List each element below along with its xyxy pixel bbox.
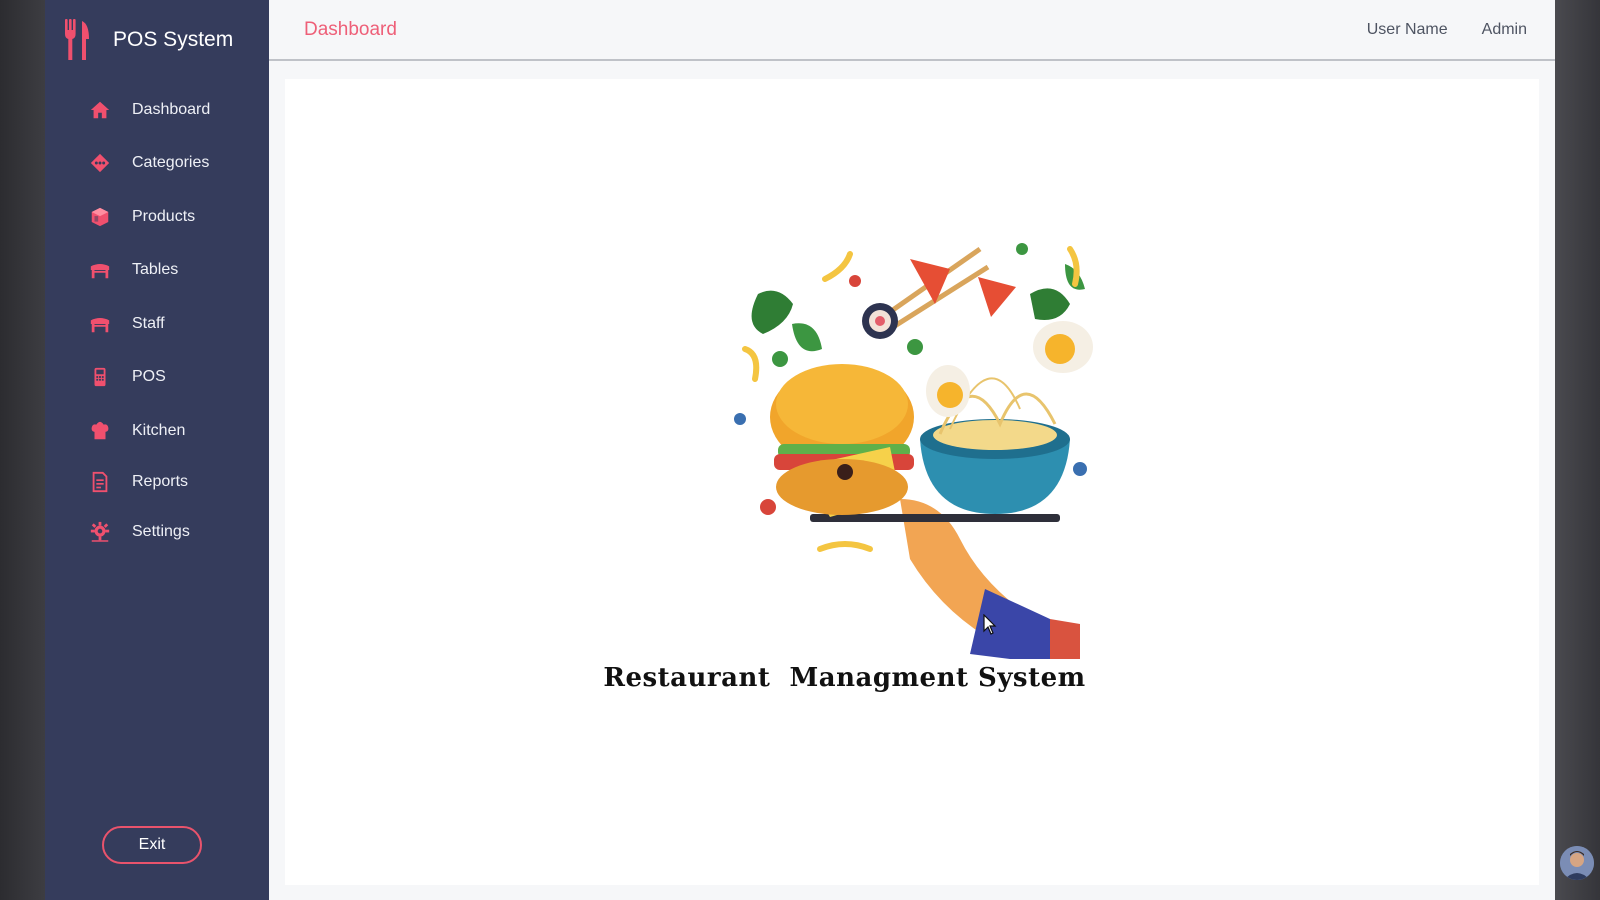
diamond-icon <box>89 152 111 174</box>
sidebar-item-label: Categories <box>132 154 210 172</box>
sidebar-item-label: Tables <box>132 261 179 279</box>
right-bezel <box>1555 0 1600 900</box>
sidebar-item-tables[interactable]: Tables <box>45 244 269 298</box>
chef-hat-icon <box>89 420 111 442</box>
sidebar-item-label: Products <box>132 207 196 225</box>
sidebar: POS System Dashboard Categories Products <box>45 0 269 900</box>
sidebar-item-label: POS <box>132 368 166 386</box>
sidebar-item-label: Dashboard <box>132 100 211 118</box>
box-icon <box>89 206 111 228</box>
staff-icon <box>89 313 111 335</box>
sidebar-nav: Dashboard Categories Products Tables Sta… <box>45 83 269 559</box>
brand-title: POS System <box>113 28 234 51</box>
sidebar-item-dashboard[interactable]: Dashboard <box>45 83 269 137</box>
home-icon <box>89 99 111 121</box>
pos-terminal-icon <box>89 366 111 388</box>
sidebar-item-products[interactable]: Products <box>45 190 269 244</box>
sidebar-item-pos[interactable]: POS <box>45 351 269 405</box>
sidebar-item-label: Settings <box>132 523 190 541</box>
brand: POS System <box>45 0 269 80</box>
gear-icon <box>89 521 111 543</box>
top-bar: Dashboard User Name Admin <box>269 0 1555 61</box>
table-icon <box>89 259 111 281</box>
presenter-avatar <box>1560 846 1594 880</box>
user-area: User Name Admin <box>1367 21 1527 39</box>
sidebar-item-staff[interactable]: Staff <box>45 297 269 351</box>
sidebar-item-reports[interactable]: Reports <box>45 458 269 506</box>
sidebar-item-categories[interactable]: Categories <box>45 137 269 191</box>
sidebar-item-settings[interactable]: Settings <box>45 506 269 560</box>
main-panel: Dashboard User Name Admin Restaurant Man… <box>269 0 1555 900</box>
utensils-icon <box>65 19 89 60</box>
dashboard-content: Restaurant Managment System <box>285 79 1539 885</box>
app-window: POS System Dashboard Categories Products <box>45 0 1555 900</box>
sidebar-item-label: Staff <box>132 314 165 332</box>
food-illustration <box>734 243 1093 659</box>
mouse-cursor-icon <box>983 614 997 635</box>
user-role: Admin <box>1481 20 1527 38</box>
app-title: Restaurant Managment System <box>603 663 1086 693</box>
sidebar-item-label: Kitchen <box>132 421 186 439</box>
user-name-label: User Name <box>1366 20 1448 38</box>
page-title: Dashboard <box>304 18 397 40</box>
sidebar-item-label: Reports <box>132 472 189 490</box>
exit-button[interactable]: Exit <box>102 826 202 864</box>
report-icon <box>89 471 111 493</box>
left-bezel <box>0 0 45 900</box>
sidebar-item-kitchen[interactable]: Kitchen <box>45 404 269 458</box>
